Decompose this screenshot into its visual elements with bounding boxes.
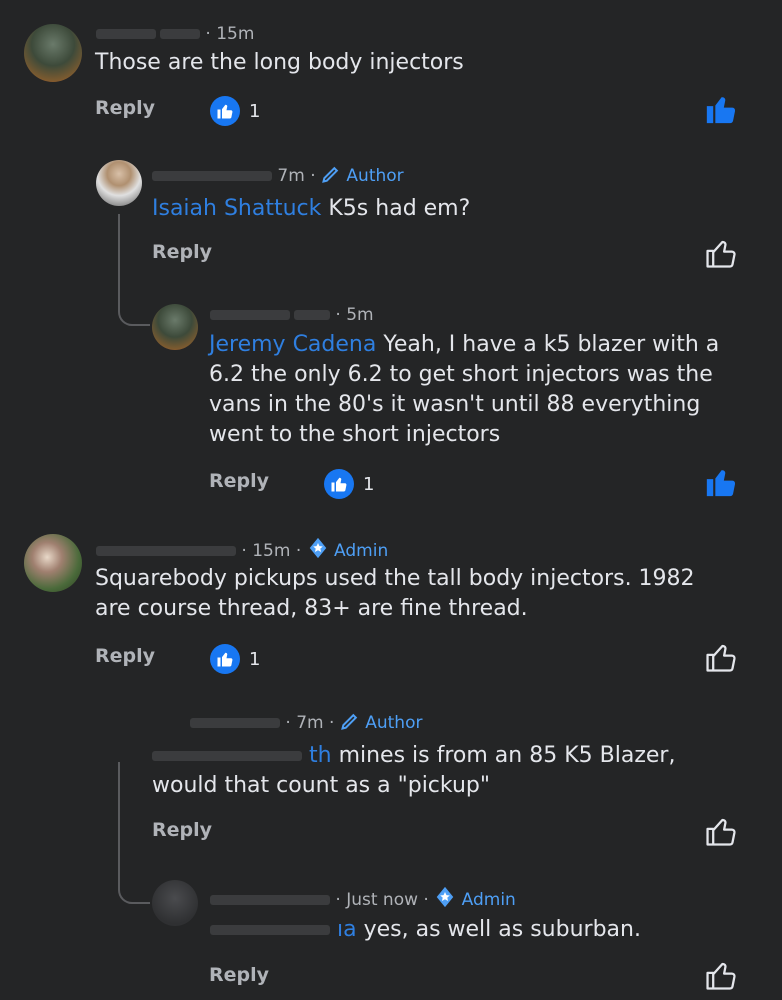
pencil-icon [322,166,339,183]
mention-link[interactable]: Isaiah Shattuck [152,196,321,221]
comment-text: Those are the long body injectors [95,50,464,75]
comment-text: Isaiah Shattuck K5s had em? [152,196,471,221]
author-name-obscured[interactable] [96,541,236,561]
comment-time: 15m [252,541,291,561]
author-badge: Author [346,166,404,186]
thumbs-up-icon [217,104,233,119]
avatar[interactable] [24,534,82,592]
comment-meta: · 15m [96,24,254,44]
like-count: 1 [249,101,261,122]
comment-text: th mines is from an 85 K5 Blazer, would … [152,743,676,798]
author-name-obscured[interactable] [190,713,280,733]
comment-time: 5m [346,305,374,325]
comment-time: 15m [216,24,255,44]
thumbs-up-icon [331,477,347,492]
pencil-icon [340,713,358,730]
comment-meta: · 7m · Author [190,711,422,733]
avatar[interactable] [152,880,198,926]
comment-meta: · 5m [210,305,374,325]
thumbs-up-icon [706,470,736,497]
comment-meta: · Just now · Admin [210,886,516,910]
thumbs-up-icon [217,652,233,667]
reply-button[interactable]: Reply [152,819,212,841]
admin-badge: Admin [461,890,516,910]
author-name-obscured[interactable] [96,24,200,44]
author-name-obscured[interactable] [152,166,272,186]
thumbs-up-icon [706,962,736,990]
reply-button[interactable]: Reply [152,241,212,263]
comment-text: Jeremy Cadena Yeah, I have a k5 blazer w… [209,332,720,447]
comment-text: Squarebody pickups used the tall body in… [95,566,695,621]
like-badge[interactable] [324,469,354,499]
thumbs-up-icon [706,240,736,268]
thumbs-up-icon [706,818,736,846]
comment-time: Just now [346,890,419,910]
like-badge[interactable] [210,644,240,674]
reply-button[interactable]: Reply [95,645,155,667]
like-button[interactable] [704,236,738,274]
avatar[interactable] [96,160,142,206]
comment-text: ıa yes, as well as suburban. [210,915,730,945]
thread-line [118,762,150,904]
like-button[interactable] [704,814,738,852]
shield-star-icon [309,537,326,559]
like-count: 1 [363,474,375,495]
mention-obscured[interactable] [210,925,330,935]
author-badge: Author [365,713,423,733]
comment-meta: · 15m · Admin [96,537,388,561]
author-name-obscured[interactable] [210,890,330,910]
like-button[interactable] [704,465,738,503]
shield-star-icon [436,886,454,908]
like-count: 1 [249,649,261,670]
mention-obscured[interactable] [152,751,302,761]
comment-meta: 7m · Author [152,164,404,186]
thread-line [118,214,150,326]
reply-button[interactable]: Reply [95,97,155,119]
like-button[interactable] [704,92,738,130]
author-name-obscured[interactable] [210,305,330,325]
avatar[interactable] [152,304,198,350]
avatar[interactable] [24,24,82,82]
thumbs-up-icon [706,97,736,124]
comment-time: 7m [296,713,324,733]
mention-link[interactable]: Jeremy Cadena [209,332,376,357]
like-button[interactable] [704,958,738,996]
comment-time: 7m [277,166,305,186]
like-button[interactable] [704,640,738,678]
like-badge[interactable] [210,96,240,126]
admin-badge: Admin [334,541,389,561]
mention-link[interactable]: ıa [337,917,357,942]
reply-button[interactable]: Reply [209,964,269,986]
reply-button[interactable]: Reply [209,470,269,492]
mention-link[interactable]: th [309,743,332,768]
thumbs-up-icon [706,644,736,672]
